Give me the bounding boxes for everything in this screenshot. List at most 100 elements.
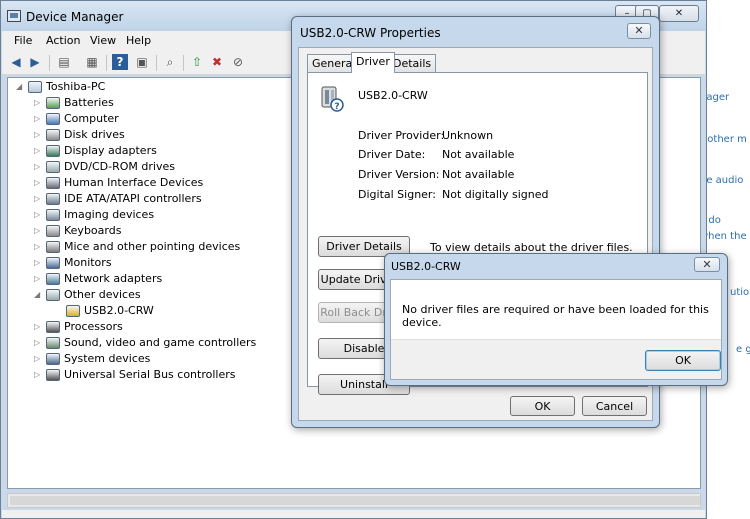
background-link[interactable]: utio: [730, 287, 749, 298]
device-name: USB2.0-CRW: [358, 89, 428, 102]
message-ok-button[interactable]: OK: [645, 350, 721, 371]
message-box-close-button[interactable]: ✕: [694, 257, 720, 272]
expand-arrow-icon[interactable]: ▷: [34, 111, 42, 127]
tree-item-label: IDE ATA/ATAPI controllers: [64, 192, 202, 205]
back-arrow-icon[interactable]: ◀: [8, 54, 24, 70]
toolbar-separator: [183, 55, 184, 71]
menu-view[interactable]: View: [90, 34, 116, 47]
network-icon: [46, 273, 60, 285]
menu-help[interactable]: Help: [126, 34, 151, 47]
expand-arrow-icon[interactable]: ▷: [34, 319, 42, 335]
computer-icon: [46, 113, 60, 125]
system-icon: [46, 353, 60, 365]
close-icon: ✕: [634, 24, 644, 37]
battery-icon: [46, 97, 60, 109]
warning-device-icon: [66, 305, 80, 317]
expand-arrow-icon[interactable]: ▷: [34, 127, 42, 143]
tree-item-label: Keyboards: [64, 224, 122, 237]
message-box-title: USB2.0-CRW: [391, 260, 461, 273]
tree-item-label: Batteries: [64, 96, 114, 109]
tree-item-label: DVD/CD-ROM drives: [64, 160, 175, 173]
expand-arrow-icon[interactable]: ▷: [34, 351, 42, 367]
digital-signer-label: Digital Signer:: [358, 188, 436, 201]
background-link[interactable]: e g: [736, 344, 750, 355]
expand-arrow-icon[interactable]: ▷: [34, 159, 42, 175]
forward-arrow-icon[interactable]: ▶: [27, 54, 43, 70]
list-icon[interactable]: ▦: [84, 54, 100, 70]
window-title: Device Manager: [26, 10, 124, 24]
horizontal-scrollbar[interactable]: [7, 493, 701, 508]
driver-date-value: Not available: [442, 148, 515, 161]
computer-icon: [28, 81, 42, 93]
uninstall-icon[interactable]: ✖: [209, 54, 225, 70]
expand-arrow-icon[interactable]: ▷: [34, 239, 42, 255]
expand-arrow-icon[interactable]: ▷: [34, 367, 42, 383]
expand-arrow-icon[interactable]: ▷: [34, 175, 42, 191]
tree-item-label: Monitors: [64, 256, 112, 269]
monitor-icon: [46, 257, 60, 269]
tree-item-label: USB2.0-CRW: [84, 304, 154, 317]
tree-item-label: Universal Serial Bus controllers: [64, 368, 236, 381]
collapse-arrow-icon[interactable]: ◢: [16, 79, 24, 95]
device-icon[interactable]: ▣: [134, 54, 150, 70]
close-button[interactable]: ✕: [659, 5, 699, 22]
unknown-device-icon: [46, 289, 60, 301]
ok-button[interactable]: OK: [510, 396, 575, 416]
expand-arrow-icon[interactable]: ▷: [34, 143, 42, 159]
toolbar-separator: [156, 55, 157, 71]
dvd-icon: [46, 161, 60, 173]
processor-icon: [46, 321, 60, 333]
expand-arrow-icon[interactable]: ▷: [34, 207, 42, 223]
tree-root[interactable]: ◢ Toshiba-PC: [8, 79, 308, 95]
close-icon: ✕: [674, 8, 684, 19]
dialog-title: USB2.0-CRW Properties: [300, 26, 441, 40]
cancel-button[interactable]: Cancel: [582, 396, 647, 416]
tree-item-label: Disk drives: [64, 128, 125, 141]
message-box-body: No driver files are required or have bee…: [390, 279, 722, 380]
expand-arrow-icon[interactable]: ▷: [34, 255, 42, 271]
message-box: USB2.0-CRW ✕ No driver files are require…: [384, 253, 728, 386]
sound-icon: [46, 337, 60, 349]
driver-provider-label: Driver Provider:: [358, 129, 445, 142]
properties-icon[interactable]: ▤: [56, 54, 72, 70]
tree-item-label: Other devices: [64, 288, 141, 301]
toolbar-separator: [106, 55, 107, 71]
expand-arrow-icon[interactable]: ▷: [34, 223, 42, 239]
hid-icon: [46, 177, 60, 189]
collapse-arrow-icon[interactable]: ◢: [34, 287, 42, 303]
tab-details[interactable]: Details: [388, 54, 437, 72]
device-manager-icon: [7, 10, 21, 22]
tree-item-label: Mice and other pointing devices: [64, 240, 241, 253]
disable-icon[interactable]: ⊘: [230, 54, 246, 70]
expand-arrow-icon[interactable]: ▷: [34, 335, 42, 351]
toolbar-separator: [49, 55, 50, 71]
message-text: No driver files are required or have bee…: [402, 303, 709, 329]
driver-provider-value: Unknown: [442, 129, 494, 142]
usb-device-icon: ?: [321, 86, 344, 112]
driver-version-label: Driver Version:: [358, 168, 440, 181]
dialog-close-button[interactable]: ✕: [627, 23, 651, 39]
tree-item-label: System devices: [64, 352, 151, 365]
help-icon[interactable]: ?: [112, 54, 128, 70]
tree-item-label: Display adapters: [64, 144, 157, 157]
background-link[interactable]: r other m: [700, 134, 747, 145]
usb-icon: [46, 369, 60, 381]
digital-signer-value: Not digitally signed: [442, 188, 549, 201]
svg-text:?: ?: [334, 102, 339, 112]
ide-icon: [46, 193, 60, 205]
status-bar: [2, 510, 705, 518]
expand-arrow-icon[interactable]: ▷: [34, 271, 42, 287]
expand-arrow-icon[interactable]: ▷: [34, 95, 42, 111]
update-driver-icon[interactable]: ⇧: [189, 54, 205, 70]
mouse-icon: [46, 241, 60, 253]
tree-item-label: Network adapters: [64, 272, 163, 285]
scan-hardware-icon[interactable]: ⌕: [162, 54, 178, 70]
message-box-footer: OK: [391, 339, 721, 379]
display-icon: [46, 145, 60, 157]
driver-version-value: Not available: [442, 168, 515, 181]
menu-file[interactable]: File: [14, 34, 32, 47]
expand-arrow-icon[interactable]: ▷: [34, 191, 42, 207]
tab-driver[interactable]: Driver: [351, 52, 395, 73]
keyboard-icon: [46, 225, 60, 237]
menu-action[interactable]: Action: [46, 34, 80, 47]
